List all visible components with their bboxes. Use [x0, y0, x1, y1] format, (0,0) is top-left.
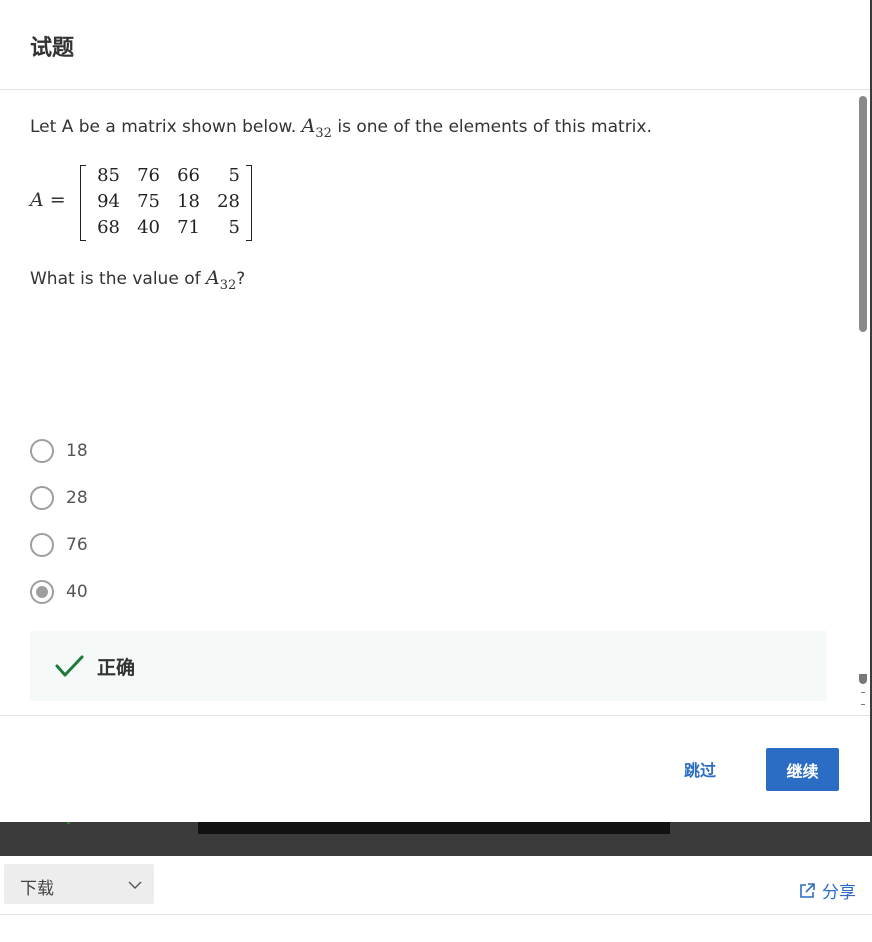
matrix-cell: 71 — [177, 217, 200, 238]
matrix-cell: 66 — [177, 165, 200, 186]
option-label: 18 — [66, 440, 88, 461]
scrollbar[interactable] — [858, 96, 868, 706]
matrix-cells: 85 76 66 5 94 75 18 28 68 40 71 5 — [86, 163, 246, 243]
share-icon — [800, 882, 815, 898]
scroll-marker — [861, 704, 865, 705]
option-label: 76 — [66, 534, 88, 555]
radio-button[interactable] — [30, 485, 54, 510]
share-label: 分享 — [822, 883, 856, 903]
ask-symbol: A32 — [206, 267, 237, 293]
option-76[interactable]: 76 — [30, 521, 88, 568]
matrix-cell: 75 — [137, 191, 160, 212]
matrix: 85 76 66 5 94 75 18 28 68 40 71 5 — [80, 163, 252, 243]
question-prefix: Let A be a matrix shown below. — [30, 117, 297, 137]
answer-options: 18 28 76 40 — [30, 427, 88, 615]
scroll-down-arrow[interactable] — [859, 674, 867, 684]
continue-button[interactable]: 继续 — [766, 748, 839, 791]
matrix-cell: 28 — [217, 191, 240, 212]
skip-button[interactable]: 跳过 — [668, 748, 732, 790]
question-ask: What is the value of A32? — [30, 267, 245, 293]
modal-header: 试题 — [0, 0, 870, 90]
option-18[interactable]: 18 — [30, 427, 88, 474]
download-dropdown[interactable]: 下载 — [4, 864, 154, 904]
bottom-bar: 下载 分享 — [0, 856, 872, 915]
matrix-cell: 94 — [97, 191, 120, 212]
question-suffix: is one of the elements of this matrix. — [337, 117, 652, 137]
radio-button-selected[interactable] — [30, 579, 54, 604]
right-bracket — [246, 165, 252, 241]
matrix-cell: 5 — [228, 165, 240, 186]
chevron-down-icon — [128, 881, 142, 889]
matrix-label: A = — [30, 189, 66, 211]
question-text: Let A be a matrix shown below. A32 is on… — [30, 115, 652, 141]
modal-footer: 跳过 继续 — [0, 715, 870, 822]
scroll-marker — [861, 692, 865, 693]
option-label: 40 — [66, 581, 88, 602]
option-28[interactable]: 28 — [30, 474, 88, 521]
radio-button[interactable] — [30, 532, 54, 557]
element-symbol: A32 — [301, 115, 332, 141]
matrix-cell: 68 — [97, 217, 120, 238]
matrix-cell: 5 — [228, 217, 240, 238]
modal-title: 试题 — [30, 36, 75, 61]
feedback-correct: 正确 — [30, 631, 827, 701]
ask-suffix: ? — [236, 269, 246, 289]
feedback-label: 正确 — [97, 657, 136, 679]
matrix-cell: 85 — [97, 165, 120, 186]
option-40[interactable]: 40 — [30, 568, 88, 615]
question-modal: 试题 Let A be a matrix shown below. A32 is… — [0, 0, 870, 822]
scroll-thumb[interactable] — [859, 96, 867, 332]
modal-body: Let A be a matrix shown below. A32 is on… — [0, 91, 870, 715]
matrix-cell: 40 — [137, 217, 160, 238]
radio-button[interactable] — [30, 438, 54, 463]
download-label: 下载 — [20, 879, 54, 899]
ask-prefix: What is the value of — [30, 269, 201, 289]
matrix-cell: 76 — [137, 165, 160, 186]
option-label: 28 — [66, 487, 88, 508]
check-icon — [55, 655, 84, 677]
matrix-cell: 18 — [177, 191, 200, 212]
share-button[interactable]: 分享 — [798, 878, 856, 903]
